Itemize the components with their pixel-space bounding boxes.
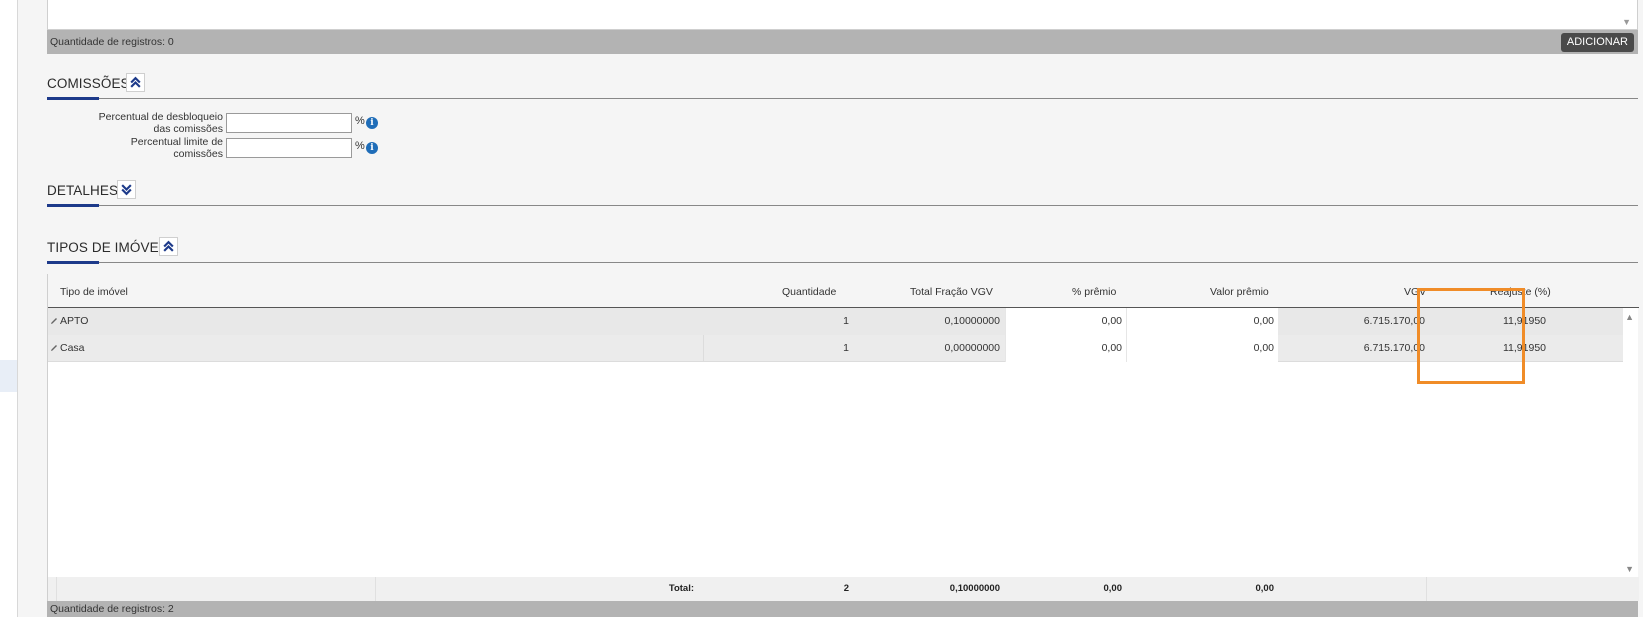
field-label: Percentual de desbloqueio das comissões — [98, 111, 223, 135]
column-header-vgv[interactable]: VGV — [1404, 286, 1426, 298]
left-rail-selected-item[interactable] — [0, 360, 17, 392]
limit-percentage-input[interactable] — [226, 138, 352, 158]
main-content: ▼ Quantidade de registros: 0 ADICIONAR C… — [47, 0, 1639, 617]
column-header-reajuste[interactable]: Reajuste (%) — [1490, 286, 1551, 298]
add-button[interactable]: ADICIONAR — [1560, 33, 1634, 52]
cell-premio-pct[interactable]: 0,00 — [1005, 335, 1126, 362]
collapse-toggle-button[interactable] — [159, 237, 178, 256]
scroll-up-icon[interactable]: ▲ — [1625, 312, 1634, 322]
cell-tipo: Casa — [60, 342, 85, 354]
section-details: DETALHES — [47, 180, 1638, 207]
cell-reajuste: 11,91950 — [1502, 342, 1546, 354]
chevron-double-down-icon — [121, 184, 132, 196]
cell-premio-pct[interactable]: 0,00 — [1005, 308, 1126, 335]
records-count-label: Quantidade de registros: 2 — [50, 603, 174, 615]
grid-scrollbar[interactable]: ▲ ▼ — [1622, 308, 1638, 578]
section-property-types: TIPOS DE IMÓVEL — [47, 237, 1638, 264]
totals-divider — [56, 577, 57, 601]
table-row[interactable]: APTO 1 0,10000000 0,00 0,00 6.715.170,00… — [48, 308, 1623, 335]
section-underline — [47, 97, 99, 100]
column-header-tipo[interactable]: Tipo de imóvel — [60, 286, 128, 298]
chevron-double-up-icon — [130, 76, 141, 88]
property-types-grid: Tipo de imóvel Quantidade Total Fração V… — [47, 274, 1639, 601]
totals-row: Total: 2 0,10000000 0,00 0,00 — [48, 577, 1639, 601]
section-title: TIPOS DE IMÓVEL — [47, 240, 167, 255]
cell-premio-valor[interactable]: 0,00 — [1126, 308, 1278, 335]
section-underline — [47, 204, 99, 207]
totals-divider — [1426, 577, 1427, 601]
limit-percentage-row: Percentual limite de comissões % i — [47, 136, 387, 162]
section-title: DETALHES — [47, 183, 119, 198]
top-records-bar: Quantidade de registros: 0 ADICIONAR — [47, 30, 1638, 54]
left-rail — [0, 0, 18, 617]
table-row[interactable]: Casa 1 0,00000000 0,00 0,00 6.715.170,00… — [48, 335, 1623, 362]
column-header-premio-valor[interactable]: Valor prêmio — [1210, 286, 1269, 298]
expand-toggle-button[interactable] — [117, 180, 136, 199]
scroll-down-icon[interactable]: ▼ — [1622, 17, 1631, 27]
unlock-percentage-row: Percentual de desbloqueio das comissões … — [47, 111, 387, 137]
percent-unit: % — [355, 140, 365, 152]
grid-header: Tipo de imóvel Quantidade Total Fração V… — [48, 274, 1639, 308]
cell-vgv: 6.715.170,00 — [1363, 342, 1425, 354]
records-count-label: Quantidade de registros: 0 — [50, 36, 174, 48]
cell-quantidade: 1 — [843, 315, 849, 327]
column-header-premio-pct[interactable]: % prêmio — [1072, 286, 1116, 298]
cell-reajuste: 11,91950 — [1502, 315, 1546, 327]
totals-quantidade: 2 — [843, 583, 849, 594]
totals-label: Total: — [668, 583, 694, 594]
column-header-quantidade[interactable]: Quantidade — [782, 286, 836, 298]
cell-quantidade: 1 — [703, 335, 853, 362]
totals-divider — [375, 577, 376, 601]
unlock-percentage-input[interactable] — [226, 113, 352, 133]
bottom-records-bar: Quantidade de registros: 2 — [47, 601, 1638, 617]
cell-fracao: 0,00000000 — [944, 342, 1000, 354]
percent-unit: % — [355, 115, 365, 127]
totals-premio-valor: 0,00 — [1255, 583, 1275, 594]
info-icon[interactable]: i — [366, 142, 378, 154]
section-title: COMISSÕES — [47, 76, 130, 91]
totals-fracao: 0,10000000 — [949, 583, 1000, 594]
column-header-fracao-vgv[interactable]: Total Fração VGV — [910, 286, 993, 298]
cell-tipo: APTO — [60, 315, 89, 327]
collapse-toggle-button[interactable] — [126, 73, 145, 92]
cell-premio-valor[interactable]: 0,00 — [1126, 335, 1278, 362]
section-commissions: COMISSÕES — [47, 73, 1638, 100]
totals-premio-pct: 0,00 — [1103, 583, 1123, 594]
info-icon[interactable]: i — [366, 117, 378, 129]
cell-vgv: 6.715.170,00 — [1363, 315, 1425, 327]
scroll-down-icon[interactable]: ▼ — [1625, 564, 1634, 574]
section-underline — [47, 261, 99, 264]
cell-fracao: 0,10000000 — [944, 315, 1000, 327]
chevron-double-up-icon — [163, 240, 174, 252]
field-label: Percentual limite de comissões — [130, 136, 223, 160]
top-list: ▼ — [47, 0, 1638, 30]
